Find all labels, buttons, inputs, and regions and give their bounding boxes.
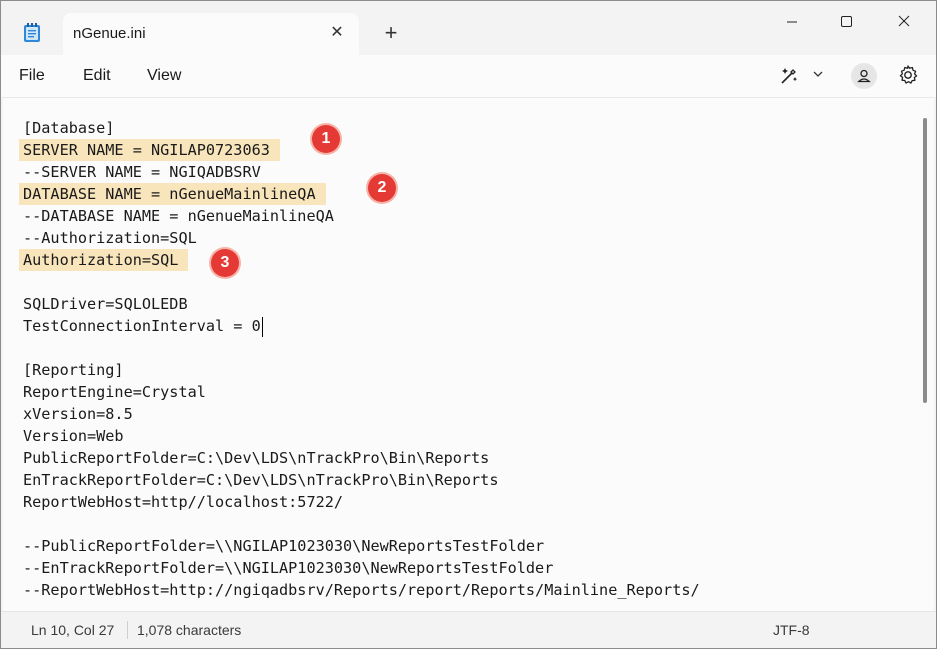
menu-bar: File Edit View: [1, 55, 936, 97]
highlighted-text: DATABASE NAME = nGenueMainlineQA: [19, 183, 326, 205]
close-window-icon[interactable]: [881, 9, 927, 35]
copilot-icon[interactable]: [777, 64, 801, 88]
editor-line: xVersion=8.5: [23, 405, 133, 423]
editor-line: --PublicReportFolder=\\NGILAP1023030\New…: [23, 537, 545, 555]
editor-line-highlighted: DATABASE NAME = nGenueMainlineQA: [19, 183, 700, 205]
editor-line: Version=Web: [23, 427, 124, 445]
editor-line: --EnTrackReportFolder=\\NGILAP1023030\Ne…: [23, 559, 554, 577]
character-count: 1,078 characters: [137, 622, 242, 638]
status-divider: [127, 621, 128, 639]
editor-line: EnTrackReportFolder=C:\Dev\LDS\nTrackPro…: [23, 471, 499, 489]
notepad-app-icon: [24, 23, 40, 42]
editor-line: --DATABASE NAME = nGenueMainlineQA: [23, 207, 334, 225]
new-tab-button[interactable]: +: [381, 22, 401, 44]
editor-line: [Database]: [23, 119, 115, 137]
account-icon[interactable]: [851, 63, 877, 89]
text-editor[interactable]: [Database] SERVER NAME = NGILAP0723063 -…: [3, 97, 934, 611]
settings-gear-icon[interactable]: [896, 63, 920, 87]
editor-line: --ReportWebHost=http://ngiqadbsrv/Report…: [23, 581, 700, 599]
callout-marker-2: 2: [368, 174, 396, 202]
editor-line: ReportEngine=Crystal: [23, 383, 206, 401]
editor-line: ReportWebHost=http//localhost:5722/: [23, 493, 344, 511]
editor-line: PublicReportFolder=C:\Dev\LDS\nTrackPro\…: [23, 449, 490, 467]
title-bar: nGenue.ini ✕ +: [1, 1, 936, 55]
editor-line-highlighted: Authorization=SQL: [19, 249, 700, 271]
editor-lines: [Database] SERVER NAME = NGILAP0723063 -…: [19, 117, 700, 601]
menu-view[interactable]: View: [147, 67, 181, 85]
close-tab-icon[interactable]: ✕: [329, 25, 345, 41]
editor-line: SQLDriver=SQLOLEDB: [23, 295, 188, 313]
vertical-scrollbar[interactable]: [923, 118, 927, 403]
menu-edit[interactable]: Edit: [83, 67, 111, 85]
status-bar: Ln 10, Col 27 1,078 characters JTF-8: [1, 611, 936, 648]
editor-line: --Authorization=SQL: [23, 229, 197, 247]
tab-title: nGenue.ini: [73, 25, 146, 42]
editor-line: [Reporting]: [23, 361, 124, 379]
editor-line-current: TestConnectionInterval = 0: [23, 316, 263, 337]
maximize-icon[interactable]: [823, 9, 869, 35]
menu-file[interactable]: File: [19, 67, 45, 85]
notepad-window: nGenue.ini ✕ + File Edit View [Database]…: [0, 0, 937, 649]
highlighted-text: Authorization=SQL: [19, 249, 189, 271]
minimize-icon[interactable]: [769, 9, 815, 35]
chevron-down-icon[interactable]: [811, 67, 825, 81]
cursor-position[interactable]: Ln 10, Col 27: [31, 622, 114, 638]
text-caret: [261, 316, 263, 337]
editor-line-highlighted: SERVER NAME = NGILAP0723063: [19, 139, 700, 161]
editor-line: --SERVER NAME = NGIQADBSRV: [23, 163, 261, 181]
encoding-indicator[interactable]: JTF-8: [773, 622, 810, 638]
highlighted-text: SERVER NAME = NGILAP0723063: [19, 139, 280, 161]
callout-marker-1: 1: [312, 125, 340, 153]
tab-ngenue-ini[interactable]: nGenue.ini ✕: [63, 13, 359, 55]
callout-marker-3: 3: [211, 249, 239, 277]
